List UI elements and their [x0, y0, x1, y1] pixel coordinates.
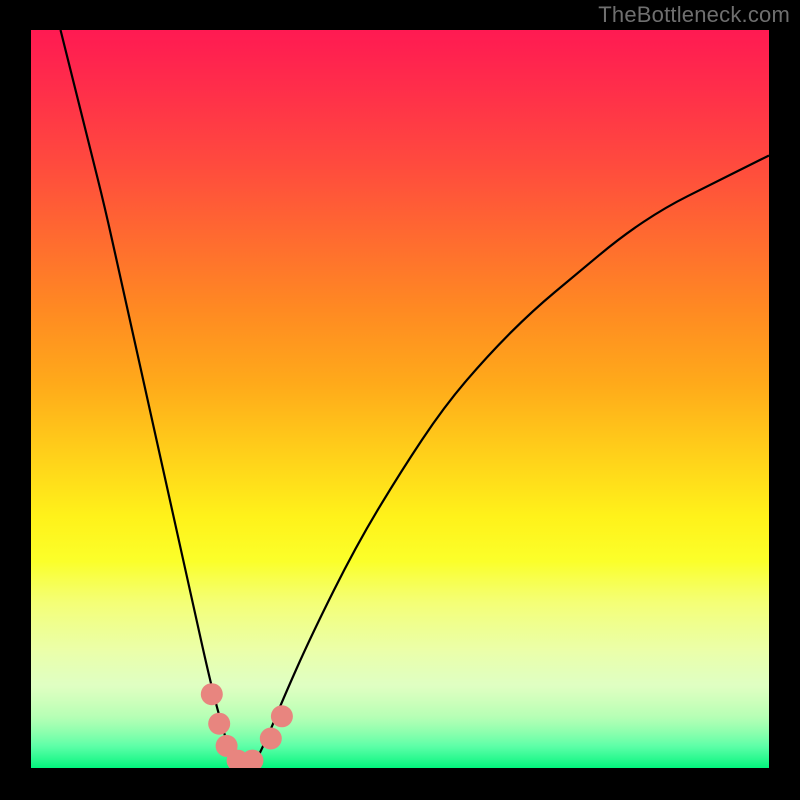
curve-left: [61, 30, 238, 768]
chart-frame: TheBottleneck.com: [0, 0, 800, 800]
plot-area: [31, 30, 769, 768]
marker-dot: [201, 683, 223, 705]
marker-dot: [271, 705, 293, 727]
watermark-text: TheBottleneck.com: [598, 2, 790, 28]
curve-right: [252, 155, 769, 768]
marker-dot: [208, 713, 230, 735]
marker-dot: [260, 728, 282, 750]
curve-layer: [31, 30, 769, 768]
marker-group: [201, 683, 293, 768]
